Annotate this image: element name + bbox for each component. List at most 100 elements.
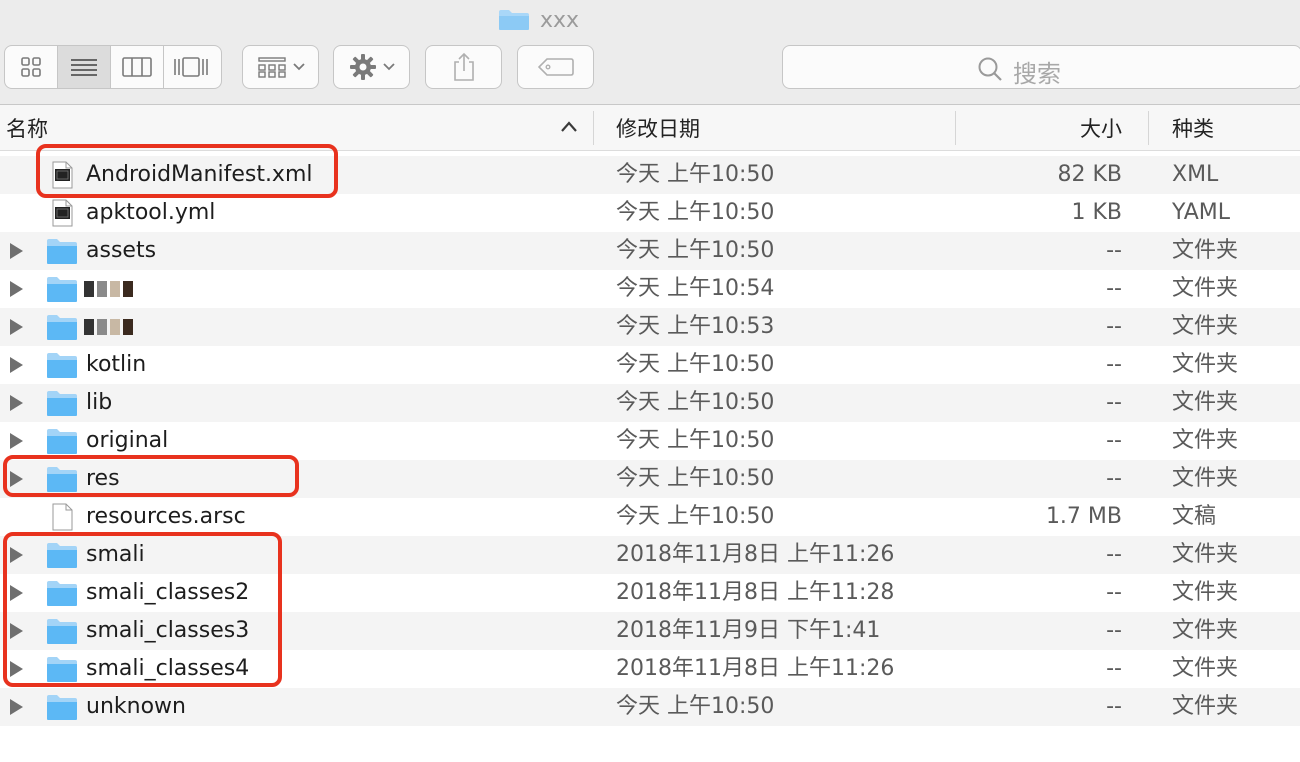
disclosure-triangle-icon[interactable]: [10, 433, 23, 449]
file-size: --: [1106, 656, 1122, 681]
table-row[interactable]: smali_classes2 2018年11月8日 上午11:28 -- 文件夹: [0, 574, 1300, 612]
file-name: AndroidManifest.xml: [86, 162, 313, 187]
table-row[interactable]: smali_classes4 2018年11月8日 上午11:26 -- 文件夹: [0, 650, 1300, 688]
file-size: --: [1106, 428, 1122, 453]
folder-icon: [46, 313, 78, 341]
list-view-button[interactable]: [58, 46, 111, 88]
file-size: 82 KB: [1057, 162, 1122, 187]
file-size: 1.7 MB: [1045, 504, 1122, 529]
disclosure-triangle-icon[interactable]: [10, 395, 23, 411]
file-name: smali_classes4: [86, 656, 250, 681]
modified-date: 今天 上午10:54: [616, 276, 775, 301]
share-icon: [453, 52, 474, 81]
file-kind: 文件夹: [1172, 580, 1239, 605]
disclosure-triangle-icon[interactable]: [10, 471, 23, 487]
size-column-header[interactable]: 大小: [1080, 105, 1122, 151]
file-size: --: [1106, 314, 1122, 339]
file-size: --: [1106, 466, 1122, 491]
view-mode-segmented-control: [4, 45, 222, 89]
disclosure-triangle-icon[interactable]: [10, 281, 23, 297]
file-list: AndroidManifest.xml 今天 上午10:50 82 KB XML apk…: [0, 156, 1300, 726]
disclosure-triangle-icon[interactable]: [10, 585, 23, 601]
table-row[interactable]: smali 2018年11月8日 上午11:26 -- 文件夹: [0, 536, 1300, 574]
file-kind: YAML: [1172, 200, 1231, 225]
grid-icon: [21, 57, 41, 77]
file-kind: 文件夹: [1172, 276, 1239, 301]
modified-date: 今天 上午10:53: [616, 314, 775, 339]
table-row[interactable]: 今天 上午10:53 -- 文件夹: [0, 308, 1300, 346]
file-size: --: [1106, 390, 1122, 415]
tags-button[interactable]: [517, 45, 594, 89]
table-row[interactable]: unknown 今天 上午10:50 -- 文件夹: [0, 688, 1300, 726]
disclosure-triangle-icon[interactable]: [10, 547, 23, 563]
file-kind: XML: [1172, 162, 1219, 187]
date-column-label: 修改日期: [616, 117, 700, 141]
folder-icon: [46, 693, 78, 721]
group-grid-icon: [257, 57, 286, 78]
tag-icon: [537, 58, 574, 76]
table-row[interactable]: AndroidManifest.xml 今天 上午10:50 82 KB XML: [0, 156, 1300, 194]
disclosure-triangle-icon[interactable]: [10, 623, 23, 639]
modified-date: 今天 上午10:50: [616, 200, 775, 225]
disclosure-triangle-icon[interactable]: [10, 699, 23, 715]
column-divider[interactable]: [1148, 111, 1149, 145]
modified-date: 今天 上午10:50: [616, 352, 775, 377]
modified-date: 2018年11月9日 下午1:41: [616, 618, 881, 643]
file-size: --: [1106, 580, 1122, 605]
document-icon: [46, 503, 78, 531]
modified-date: 今天 上午10:50: [616, 428, 775, 453]
modified-date: 今天 上午10:50: [616, 162, 775, 187]
kind-column-header[interactable]: 种类: [1172, 105, 1214, 151]
file-name: unknown: [86, 694, 186, 719]
table-row[interactable]: smali_classes3 2018年11月9日 下午1:41 -- 文件夹: [0, 612, 1300, 650]
folder-icon: [46, 275, 78, 303]
table-row[interactable]: assets 今天 上午10:50 -- 文件夹: [0, 232, 1300, 270]
file-size: --: [1106, 352, 1122, 377]
folder-icon: [499, 10, 529, 30]
finder-window: xxx 搜索 名称 修改日期 大小 种类 AndroidManifest.xml…: [0, 0, 1300, 762]
file-name: smali: [86, 542, 145, 567]
table-row[interactable]: lib 今天 上午10:50 -- 文件夹: [0, 384, 1300, 422]
search-icon: [978, 57, 1002, 81]
sort-ascending-icon[interactable]: [560, 117, 578, 137]
disclosure-triangle-icon[interactable]: [10, 319, 23, 335]
file-kind: 文件夹: [1172, 314, 1239, 339]
date-column-header[interactable]: 修改日期: [616, 105, 700, 151]
file-kind: 文件夹: [1172, 542, 1239, 567]
table-row[interactable]: 今天 上午10:54 -- 文件夹: [0, 270, 1300, 308]
file-size: --: [1106, 276, 1122, 301]
redacted-filename: [84, 319, 133, 337]
column-view-button[interactable]: [111, 46, 164, 88]
table-row[interactable]: kotlin 今天 上午10:50 -- 文件夹: [0, 346, 1300, 384]
column-header: 名称 修改日期 大小 种类: [0, 105, 1300, 151]
yaml-file-icon: [46, 199, 78, 227]
table-row[interactable]: apktool.yml 今天 上午10:50 1 KB YAML: [0, 194, 1300, 232]
modified-date: 今天 上午10:50: [616, 504, 775, 529]
folder-icon: [46, 541, 78, 569]
disclosure-triangle-icon[interactable]: [10, 661, 23, 677]
disclosure-triangle-icon[interactable]: [10, 357, 23, 373]
gear-icon: [349, 54, 376, 80]
file-kind: 文件夹: [1172, 352, 1239, 377]
action-button[interactable]: [333, 45, 410, 89]
table-row[interactable]: resources.arsc 今天 上午10:50 1.7 MB 文稿: [0, 498, 1300, 536]
icon-view-button[interactable]: [5, 46, 58, 88]
file-name: res: [86, 466, 120, 491]
disclosure-triangle-icon[interactable]: [10, 243, 23, 259]
file-name: smali_classes3: [86, 618, 250, 643]
modified-date: 今天 上午10:50: [616, 390, 775, 415]
window-title: xxx: [498, 6, 579, 34]
table-row[interactable]: original 今天 上午10:50 -- 文件夹: [0, 422, 1300, 460]
share-button[interactable]: [425, 45, 502, 89]
table-row[interactable]: res 今天 上午10:50 -- 文件夹: [0, 460, 1300, 498]
folder-icon: [46, 351, 78, 379]
chevron-down-icon: [292, 63, 305, 71]
column-divider[interactable]: [593, 111, 594, 145]
column-divider[interactable]: [955, 111, 956, 145]
name-column-label: 名称: [6, 117, 48, 141]
redacted-filename: [84, 281, 133, 299]
search-field[interactable]: 搜索: [782, 45, 1300, 89]
group-by-button[interactable]: [242, 45, 319, 89]
name-column-header[interactable]: 名称: [6, 105, 48, 151]
gallery-view-button[interactable]: [164, 46, 217, 88]
